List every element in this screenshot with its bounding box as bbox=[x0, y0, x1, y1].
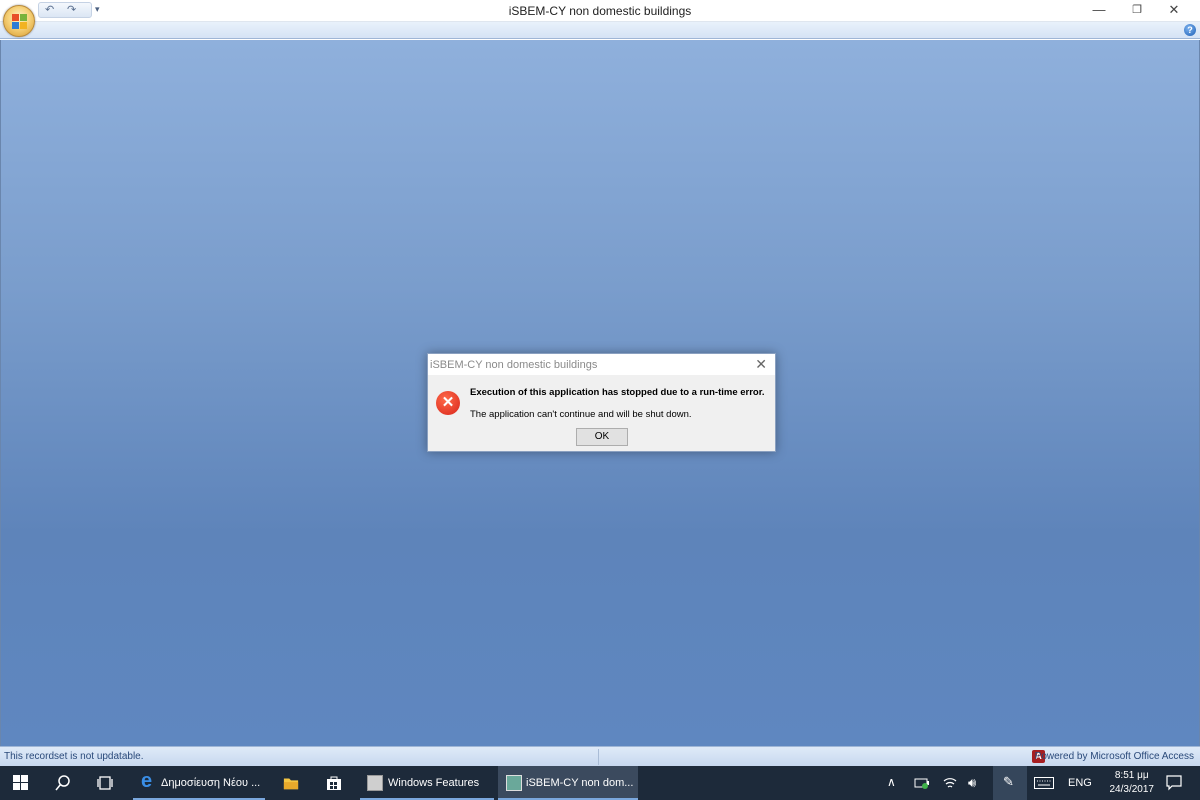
pen-workspace-button[interactable]: ✎ bbox=[993, 766, 1027, 800]
dialog-title-bar: iSBEM-CY non domestic buildings ✕ bbox=[428, 354, 775, 375]
error-icon: ✕ bbox=[436, 391, 460, 415]
search-icon bbox=[55, 775, 70, 791]
notification-icon bbox=[1166, 775, 1182, 791]
dialog-heading: Execution of this application has stoppe… bbox=[470, 387, 765, 398]
status-bar: This recordset is not updatable. A Power… bbox=[0, 746, 1200, 766]
keyboard-icon bbox=[1034, 777, 1054, 789]
ok-button[interactable]: OK bbox=[576, 428, 628, 446]
title-bar: ↶ ↷ ▾ iSBEM-CY non domestic buildings — … bbox=[0, 0, 1200, 37]
task-view-icon bbox=[97, 776, 113, 790]
store-button[interactable] bbox=[314, 766, 354, 800]
clock[interactable]: 8:51 μμ 24/3/2017 bbox=[1110, 769, 1155, 797]
wifi-icon bbox=[943, 778, 957, 788]
clock-date: 24/3/2017 bbox=[1109, 784, 1155, 795]
status-text: This recordset is not updatable. bbox=[4, 751, 144, 762]
window-title: iSBEM-CY non domestic buildings bbox=[508, 4, 692, 18]
office-logo-icon bbox=[12, 14, 28, 30]
file-explorer-button[interactable] bbox=[272, 766, 312, 800]
taskbar-app-edge[interactable]: e Δημοσίευση Νέου ... bbox=[133, 766, 265, 800]
windows-features-icon bbox=[367, 775, 383, 791]
show-hidden-icons-button[interactable]: ∧ bbox=[887, 775, 905, 800]
taskbar-app-windows-features[interactable]: Windows Features bbox=[360, 766, 494, 800]
taskbar-app-label: iSBEM-CY non dom... bbox=[526, 777, 634, 789]
folder-icon bbox=[283, 778, 299, 790]
ribbon: ? bbox=[0, 22, 1200, 39]
windows-icon bbox=[13, 775, 28, 790]
store-icon bbox=[327, 776, 341, 790]
taskbar-app-label: Windows Features bbox=[388, 777, 480, 789]
keyboard-tray[interactable] bbox=[1034, 766, 1056, 800]
battery-tray[interactable] bbox=[914, 766, 932, 800]
close-button[interactable]: ✕ bbox=[1152, 0, 1196, 22]
task-view-button[interactable] bbox=[86, 766, 124, 800]
dialog-close-button[interactable]: ✕ bbox=[755, 356, 767, 373]
taskbar-app-label: Δημοσίευση Νέου ... bbox=[161, 777, 261, 789]
status-divider bbox=[598, 749, 599, 765]
office-button[interactable] bbox=[3, 5, 35, 37]
dialog-title: iSBEM-CY non domestic buildings bbox=[430, 359, 598, 371]
error-dialog: iSBEM-CY non domestic buildings ✕ ✕ Exec… bbox=[427, 353, 776, 452]
battery-icon bbox=[914, 778, 929, 789]
action-center-button[interactable] bbox=[1160, 766, 1190, 800]
help-icon[interactable]: ? bbox=[1184, 24, 1196, 36]
start-button[interactable] bbox=[0, 766, 40, 800]
search-button[interactable] bbox=[44, 766, 82, 800]
isbem-icon bbox=[506, 775, 522, 791]
clock-time: 8:51 μμ bbox=[1114, 770, 1149, 781]
powered-by-text: Powered by Microsoft Office Access bbox=[1034, 751, 1194, 762]
taskbar: e Δημοσίευση Νέου ... Windows Features i… bbox=[0, 766, 1200, 800]
dialog-message: The application can't continue and will … bbox=[470, 409, 692, 420]
taskbar-app-isbem[interactable]: iSBEM-CY non dom... bbox=[498, 766, 638, 800]
volume-icon[interactable]: 🔊︎ bbox=[968, 775, 988, 800]
language-indicator[interactable]: ENG bbox=[1068, 777, 1092, 800]
network-tray[interactable] bbox=[942, 766, 960, 800]
edge-icon: e bbox=[141, 770, 153, 792]
pen-icon: ✎ bbox=[1003, 774, 1014, 789]
